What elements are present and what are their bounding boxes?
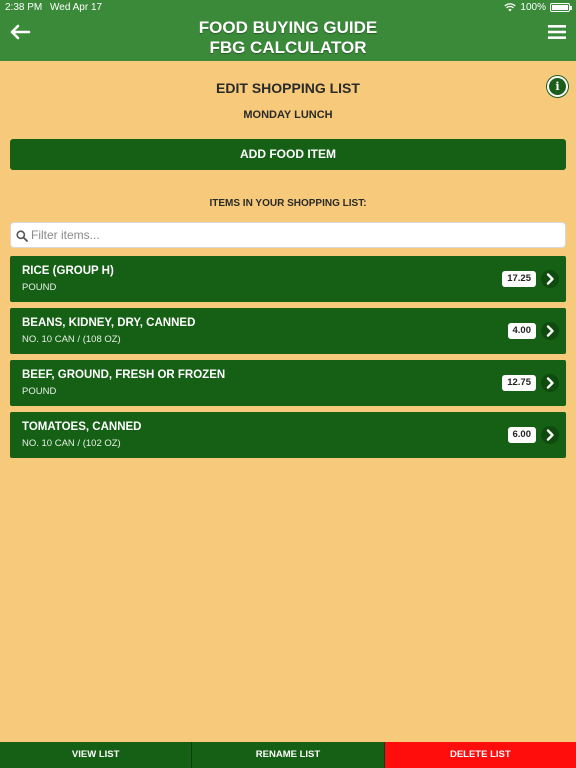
nav-bar: FOOD BUYING GUIDE FBG CALCULATOR (0, 16, 576, 61)
status-right: 100% (504, 2, 572, 13)
rename-list-button[interactable]: RENAME LIST (192, 742, 385, 768)
chevron-right-icon (541, 374, 559, 392)
items-section-label: ITEMS IN YOUR SHOPPING LIST: (209, 198, 367, 209)
battery-percent: 100% (520, 2, 546, 13)
item-quantity-badge: 17.25 (502, 271, 536, 287)
item-quantity-badge: 12.75 (502, 375, 536, 391)
shopping-list-item[interactable]: BEANS, KIDNEY, DRY, CANNED NO. 10 CAN / … (10, 308, 566, 354)
item-name: BEANS, KIDNEY, DRY, CANNED (22, 317, 196, 329)
shopping-list-item[interactable]: RICE (GROUP H) POUND 17.25 (10, 256, 566, 302)
view-list-button[interactable]: VIEW LIST (0, 742, 193, 768)
page-title: EDIT SHOPPING LIST (216, 80, 360, 96)
app-title-line2: FBG CALCULATOR (209, 38, 367, 57)
shopping-list-item[interactable]: TOMATOES, CANNED NO. 10 CAN / (102 OZ) 6… (10, 412, 566, 458)
battery-icon (550, 3, 572, 12)
item-name: RICE (GROUP H) (22, 265, 114, 277)
item-quantity-badge: 4.00 (507, 323, 536, 339)
item-name: TOMATOES, CANNED (22, 421, 142, 433)
bottom-action-bar: VIEW LIST RENAME LIST DELETE LIST (0, 742, 576, 768)
status-time: 2:38 PM (5, 2, 43, 13)
status-date: Wed Apr 17 (50, 2, 103, 13)
app-title: FOOD BUYING GUIDE FBG CALCULATOR (0, 18, 576, 58)
item-unit: NO. 10 CAN / (108 OZ) (22, 334, 121, 345)
search-icon (16, 230, 28, 242)
add-food-item-button[interactable]: ADD FOOD ITEM (10, 139, 566, 170)
list-name: MONDAY LUNCH (243, 109, 333, 121)
item-unit: POUND (22, 282, 57, 293)
filter-items-input[interactable] (31, 225, 551, 245)
item-name: BEEF, GROUND, FRESH OR FROZEN (22, 369, 226, 381)
hamburger-menu-icon[interactable] (548, 24, 566, 40)
chevron-right-icon (541, 426, 559, 444)
chevron-right-icon (541, 270, 559, 288)
wifi-icon (504, 3, 517, 12)
item-quantity-badge: 6.00 (507, 427, 536, 443)
delete-list-button[interactable]: DELETE LIST (384, 742, 576, 768)
filter-search-box[interactable] (10, 222, 566, 248)
info-icon[interactable]: i (547, 76, 568, 97)
item-unit: NO. 10 CAN / (102 OZ) (22, 438, 121, 449)
status-bar: 2:38 PM Wed Apr 17 100% (0, 0, 576, 16)
chevron-right-icon (541, 322, 559, 340)
shopping-list-item[interactable]: BEEF, GROUND, FRESH OR FROZEN POUND 12.7… (10, 360, 566, 406)
item-unit: POUND (22, 386, 57, 397)
app-title-line1: FOOD BUYING GUIDE (198, 18, 378, 37)
